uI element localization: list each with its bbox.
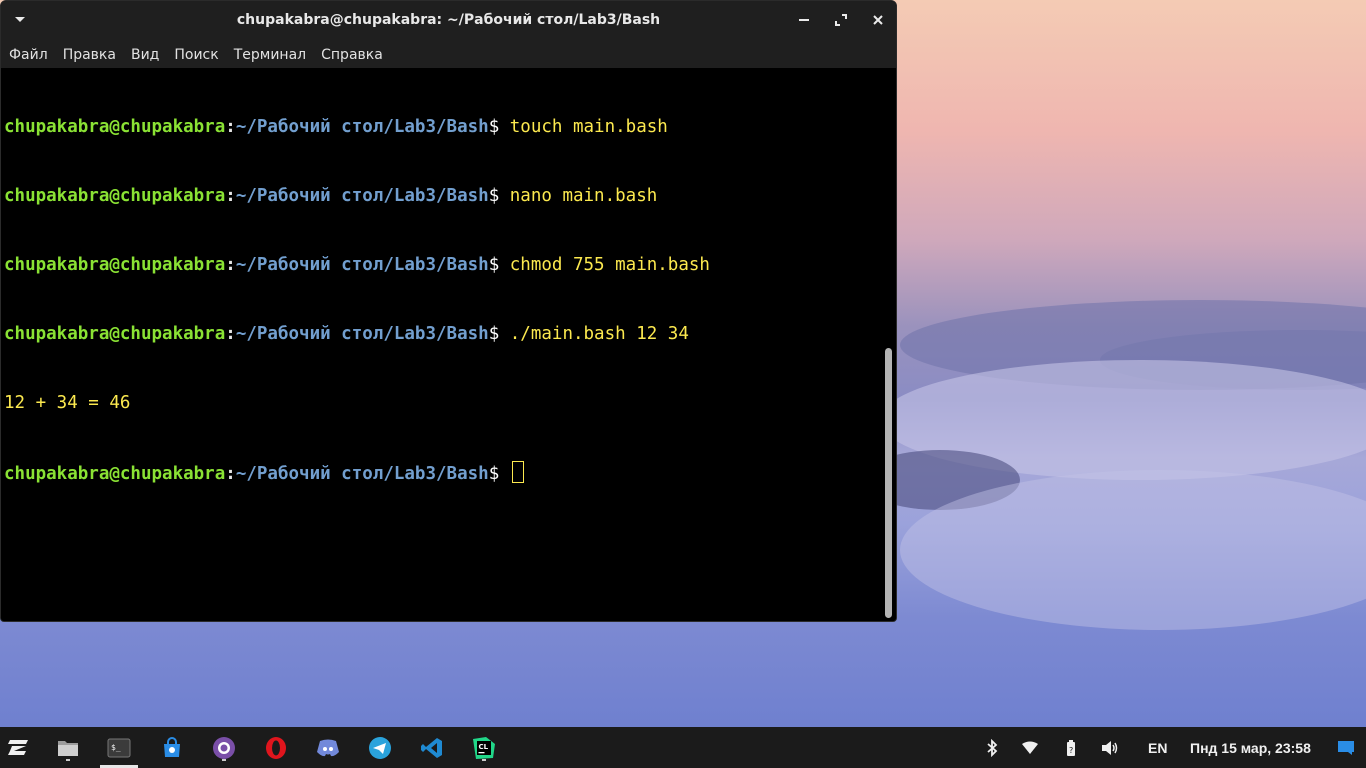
menu-bar: Файл Правка Вид Поиск Терминал Справка — [1, 41, 896, 68]
opera-icon[interactable] — [263, 735, 289, 761]
command-text: touch main.bash — [499, 117, 668, 137]
battery-icon[interactable]: ? — [1062, 739, 1080, 757]
minimize-icon — [799, 19, 809, 21]
command-output: 12 + 34 = 46 — [4, 393, 131, 413]
terminal-line: chupakabra@chupakabra:~/Рабочий стол/Lab… — [4, 255, 710, 275]
files-icon[interactable] — [55, 735, 81, 761]
menu-help[interactable]: Справка — [313, 47, 390, 63]
minimize-button[interactable] — [793, 9, 815, 31]
close-icon — [873, 15, 883, 25]
terminal-line: chupakabra@chupakabra:~/Рабочий стол/Lab… — [4, 324, 689, 344]
maximize-icon — [835, 14, 847, 26]
terminal-output[interactable]: chupakabra@chupakabra:~/Рабочий стол/Lab… — [1, 68, 884, 621]
window-title: chupakabra@chupakabra: ~/Рабочий стол/La… — [236, 12, 661, 28]
volume-icon[interactable] — [1101, 739, 1119, 757]
zorin-menu-icon[interactable] — [6, 735, 32, 761]
taskbar: $_ CL ? EN Пнд 15 мар, 23:58 — [0, 727, 1366, 768]
github-desktop-icon[interactable] — [211, 735, 237, 761]
menu-terminal[interactable]: Терминал — [226, 47, 313, 63]
text-cursor — [511, 461, 524, 483]
keyboard-layout-indicator[interactable]: EN — [1148, 740, 1167, 756]
menu-search[interactable]: Поиск — [166, 47, 225, 63]
clion-icon[interactable]: CL — [471, 735, 497, 761]
menu-view[interactable]: Вид — [123, 47, 166, 63]
svg-text:$_: $_ — [111, 743, 121, 752]
maximize-button[interactable] — [830, 9, 852, 31]
menu-edit[interactable]: Правка — [55, 47, 123, 63]
bluetooth-icon[interactable] — [983, 739, 1001, 757]
window-titlebar[interactable]: chupakabra@chupakabra: ~/Рабочий стол/La… — [1, 1, 896, 41]
scrollbar-track[interactable] — [882, 68, 896, 621]
terminal-current-line[interactable]: chupakabra@chupakabra:~/Рабочий стол/Lab… — [4, 461, 884, 484]
menu-file[interactable]: Файл — [1, 47, 55, 63]
store-icon[interactable] — [159, 735, 185, 761]
wifi-icon[interactable] — [1021, 739, 1039, 757]
command-text: ./main.bash 12 34 — [499, 324, 689, 344]
vscode-icon[interactable] — [419, 735, 445, 761]
scrollbar-thumb[interactable] — [885, 348, 892, 618]
svg-text:?: ? — [1069, 746, 1073, 755]
clock[interactable]: Пнд 15 мар, 23:58 — [1190, 740, 1311, 756]
terminal-line: chupakabra@chupakabra:~/Рабочий стол/Lab… — [4, 186, 658, 206]
svg-text:CL: CL — [479, 743, 489, 751]
close-button[interactable] — [867, 9, 889, 31]
terminal-icon[interactable]: $_ — [100, 735, 138, 768]
notifications-icon[interactable] — [1337, 739, 1355, 757]
terminal-window[interactable]: chupakabra@chupakabra: ~/Рабочий стол/La… — [0, 0, 897, 622]
discord-icon[interactable] — [315, 735, 341, 761]
command-text: nano main.bash — [499, 186, 658, 206]
command-text: chmod 755 main.bash — [499, 255, 710, 275]
terminal-line: chupakabra@chupakabra:~/Рабочий стол/Lab… — [4, 117, 668, 137]
telegram-icon[interactable] — [367, 735, 393, 761]
